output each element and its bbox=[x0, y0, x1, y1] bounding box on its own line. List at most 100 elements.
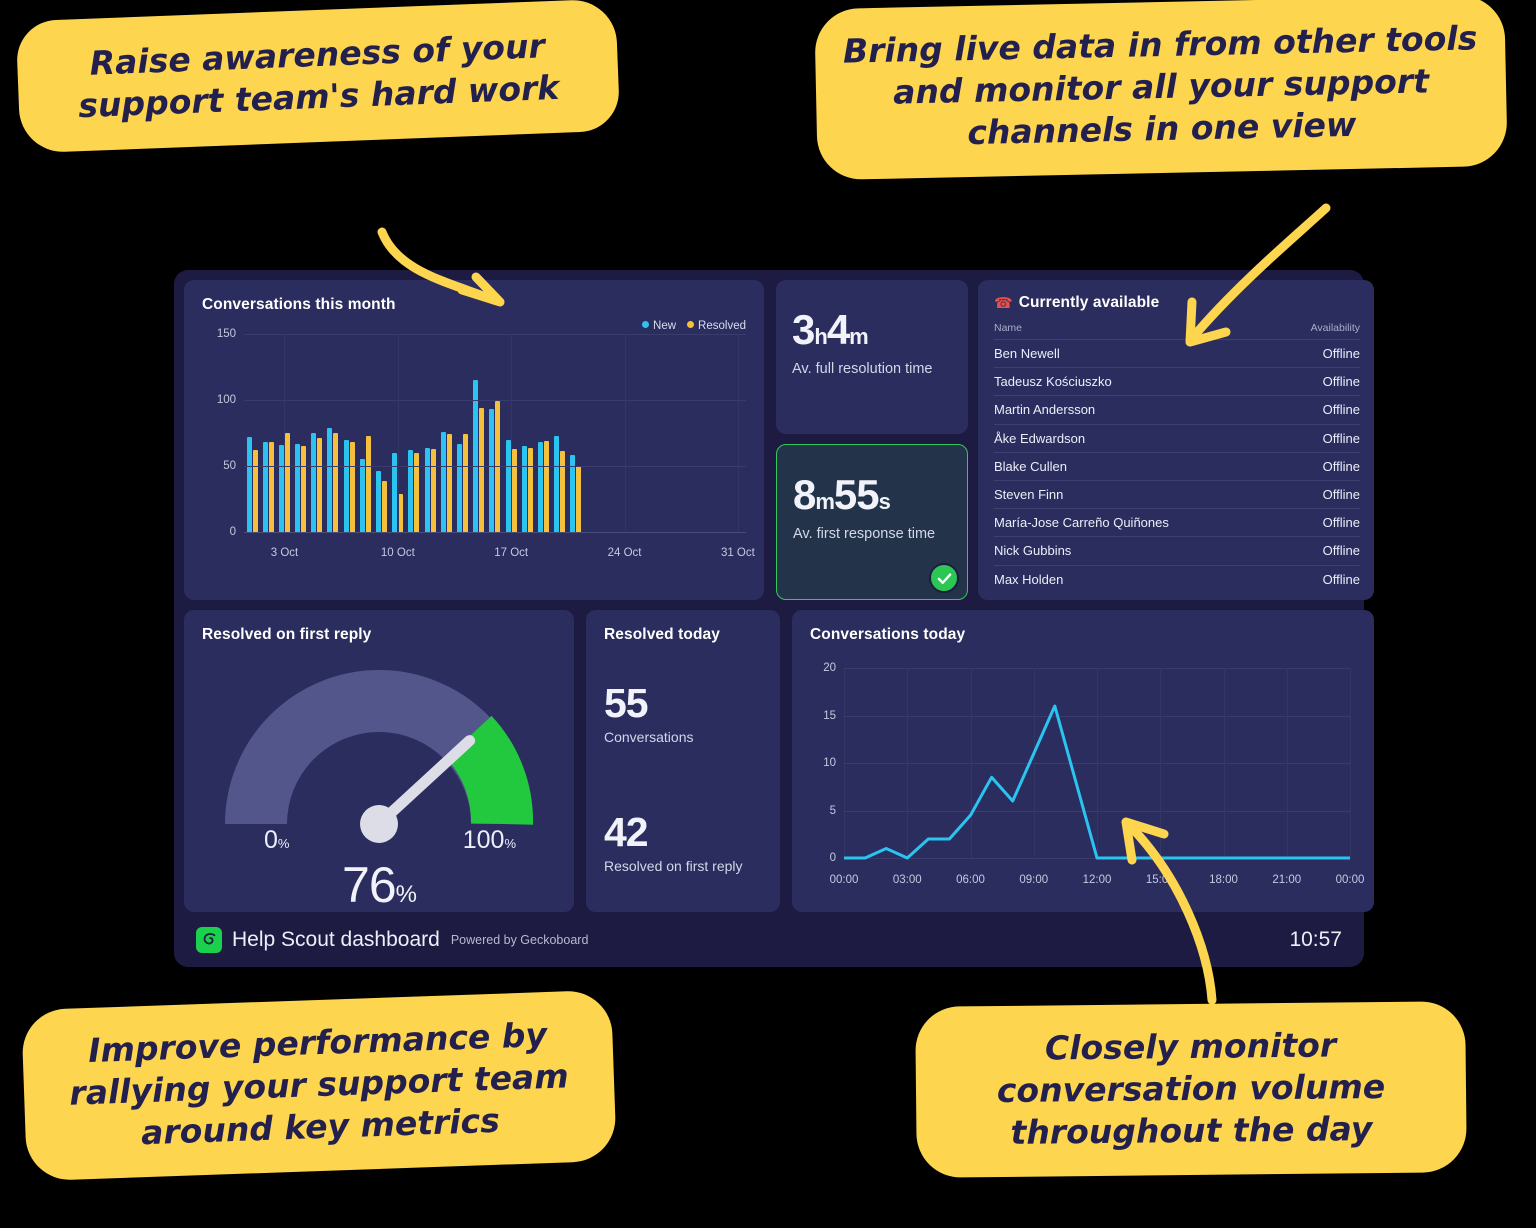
bar-resolved bbox=[398, 493, 404, 532]
table-row[interactable]: Åke Edwardson Offline bbox=[994, 424, 1360, 453]
resolved-today-value: 55 bbox=[604, 680, 649, 726]
footer-title: Help Scout dashboard bbox=[232, 927, 440, 951]
y-axis-tick-label: 100 bbox=[216, 394, 236, 406]
panel-av-first-response-time[interactable]: 8m55s Av. first response time bbox=[776, 444, 968, 600]
gauge-chart: 0% 100% 76% bbox=[202, 648, 556, 913]
bar-resolved bbox=[365, 435, 371, 532]
legend-label-resolved: Resolved bbox=[698, 320, 746, 332]
kpi-fr-seconds-value: 55 bbox=[833, 471, 880, 518]
callout-bottom-right: Closely monitor conversation volume thro… bbox=[915, 1001, 1467, 1178]
y-axis-tick-label: 150 bbox=[216, 328, 236, 340]
bar-resolved bbox=[268, 442, 274, 532]
column-header-availability: Availability bbox=[1279, 316, 1360, 340]
panel-resolved-today[interactable]: Resolved today 55 Conversations 42 Resol… bbox=[586, 610, 780, 912]
x-axis-tick-label: 3 Oct bbox=[270, 547, 299, 559]
table-row[interactable]: Nick Gubbins Offline bbox=[994, 536, 1360, 566]
resolved-first-reply-label: Resolved on first reply bbox=[604, 858, 743, 875]
bar-new bbox=[505, 439, 511, 532]
resolved-today-metric-1: 55 Conversations bbox=[604, 680, 762, 746]
table-row[interactable]: Steven Finn Offline bbox=[994, 480, 1360, 510]
bar-new bbox=[457, 443, 463, 532]
kpi-fr-minutes-unit: m bbox=[815, 489, 835, 514]
bar-new bbox=[327, 427, 333, 532]
panel-currently-available[interactable]: ☎ Currently available Name Availability … bbox=[978, 280, 1374, 600]
x-axis-tick-label: 18:00 bbox=[1209, 874, 1238, 886]
availability-table-body: Ben Newell Offline Tadeusz Kościuszko Offli… bbox=[994, 339, 1360, 593]
table-row[interactable]: María-Jose Carreño Quiñones Offline bbox=[994, 508, 1360, 538]
panel-resolved-on-first-reply[interactable]: Resolved on first reply 0% 100% 76% bbox=[184, 610, 574, 913]
bar-resolved bbox=[284, 433, 290, 532]
bar-chart: New Resolved 0 50 100 150 3 Oct 10 Oct 17 Oct… bbox=[202, 320, 755, 578]
bar-new bbox=[392, 452, 398, 532]
bar-resolved bbox=[252, 450, 258, 532]
bar-resolved bbox=[414, 452, 420, 532]
table-header-row: Name Availability bbox=[994, 316, 1360, 340]
cell-name: Martin Andersson bbox=[994, 395, 1280, 425]
bar-resolved bbox=[333, 433, 339, 532]
bar-new bbox=[262, 442, 268, 532]
panel-conversations-this-month[interactable]: Conversations this month New Resolved 0 5… bbox=[184, 280, 764, 600]
kpi-fr-seconds-unit: s bbox=[878, 489, 891, 514]
footer-powered-by: Powered by Geckoboard bbox=[450, 932, 589, 947]
bar-new bbox=[408, 450, 414, 532]
panel-title-conversations-this-month: Conversations this month bbox=[202, 296, 396, 313]
column-header-name: Name bbox=[994, 316, 1280, 340]
vertical-gridline bbox=[397, 334, 399, 532]
bar-resolved bbox=[576, 466, 582, 532]
bar-new bbox=[311, 433, 317, 532]
bar-resolved bbox=[463, 434, 469, 532]
bar-new bbox=[359, 459, 365, 532]
legend-dot-resolved-icon bbox=[687, 321, 695, 328]
bar-new bbox=[376, 471, 382, 532]
page-root: Conversations this month New Resolved 0 5… bbox=[0, 0, 1536, 1228]
panel-conversations-today[interactable]: Conversations today 0 5 10 15 20 00:00 03:00 0… bbox=[792, 610, 1374, 912]
resolved-today-label: Conversations bbox=[604, 729, 694, 746]
bar-resolved bbox=[317, 438, 323, 532]
vertical-gridline bbox=[624, 334, 626, 532]
y-axis-tick-label: 15 bbox=[823, 709, 836, 722]
x-axis-tick-label: 00:00 bbox=[1335, 874, 1365, 886]
line-series-path bbox=[844, 704, 1350, 860]
table-row[interactable]: Tadeusz Kościuszko Offline bbox=[994, 367, 1360, 397]
vertical-gridline bbox=[1350, 668, 1351, 858]
panel-av-full-resolution-time[interactable]: 3h4m Av. full resolution time bbox=[776, 280, 968, 434]
footer-clock: 10:57 bbox=[1289, 927, 1342, 951]
gauge-max-label: 100% bbox=[462, 826, 516, 854]
x-axis-tick-label: 09:00 bbox=[1019, 874, 1049, 886]
gridline bbox=[244, 334, 746, 335]
kpi-minutes-value: 4 bbox=[826, 306, 850, 353]
bar-new bbox=[424, 447, 430, 532]
gridline bbox=[244, 466, 746, 467]
bar-new bbox=[295, 443, 301, 532]
kpi-value-first-response: 8m55s bbox=[793, 471, 951, 519]
x-axis-tick-label: 15:00 bbox=[1145, 874, 1175, 886]
bar-resolved bbox=[349, 442, 355, 532]
callout-bottom-left: Improve performance by rallying your sup… bbox=[21, 989, 617, 1181]
cell-availability: Offline bbox=[1279, 339, 1360, 369]
bar-new bbox=[521, 446, 527, 532]
bar-chart-plot-area: 0 50 100 150 bbox=[217, 328, 746, 538]
bar-series-group bbox=[244, 334, 746, 532]
cell-availability: Offline bbox=[1322, 571, 1360, 587]
cell-name: Åke Edwardson bbox=[994, 424, 1280, 453]
help-scout-logo-icon bbox=[196, 926, 222, 953]
bar-resolved bbox=[301, 446, 307, 532]
kpi-fr-minutes-value: 8 bbox=[793, 471, 816, 518]
panel-title-resolved-on-first-reply: Resolved on first reply bbox=[202, 626, 372, 643]
gauge-min-unit: % bbox=[277, 836, 290, 851]
y-axis-tick-label: 0 bbox=[229, 526, 236, 538]
gauge-svg bbox=[225, 670, 534, 843]
cell-name: Steven Finn bbox=[994, 480, 1280, 510]
table-row[interactable]: Blake Cullen Offline bbox=[994, 452, 1360, 481]
table-row[interactable]: Ben Newell Offline bbox=[994, 339, 1360, 369]
cell-availability: Offline bbox=[1279, 452, 1360, 481]
legend-dot-new-icon bbox=[642, 321, 650, 328]
gauge-value: 76% bbox=[342, 857, 417, 913]
bar-resolved bbox=[527, 447, 533, 532]
gauge-value-unit: % bbox=[395, 881, 417, 908]
table-row[interactable]: Martin Andersson Offline bbox=[994, 395, 1360, 425]
legend-label-new: New bbox=[653, 320, 677, 332]
x-axis-tick-label: 24 Oct bbox=[607, 547, 642, 559]
y-axis-tick-label: 20 bbox=[823, 662, 836, 674]
table-row[interactable]: Max Holden Offline bbox=[994, 565, 1360, 593]
